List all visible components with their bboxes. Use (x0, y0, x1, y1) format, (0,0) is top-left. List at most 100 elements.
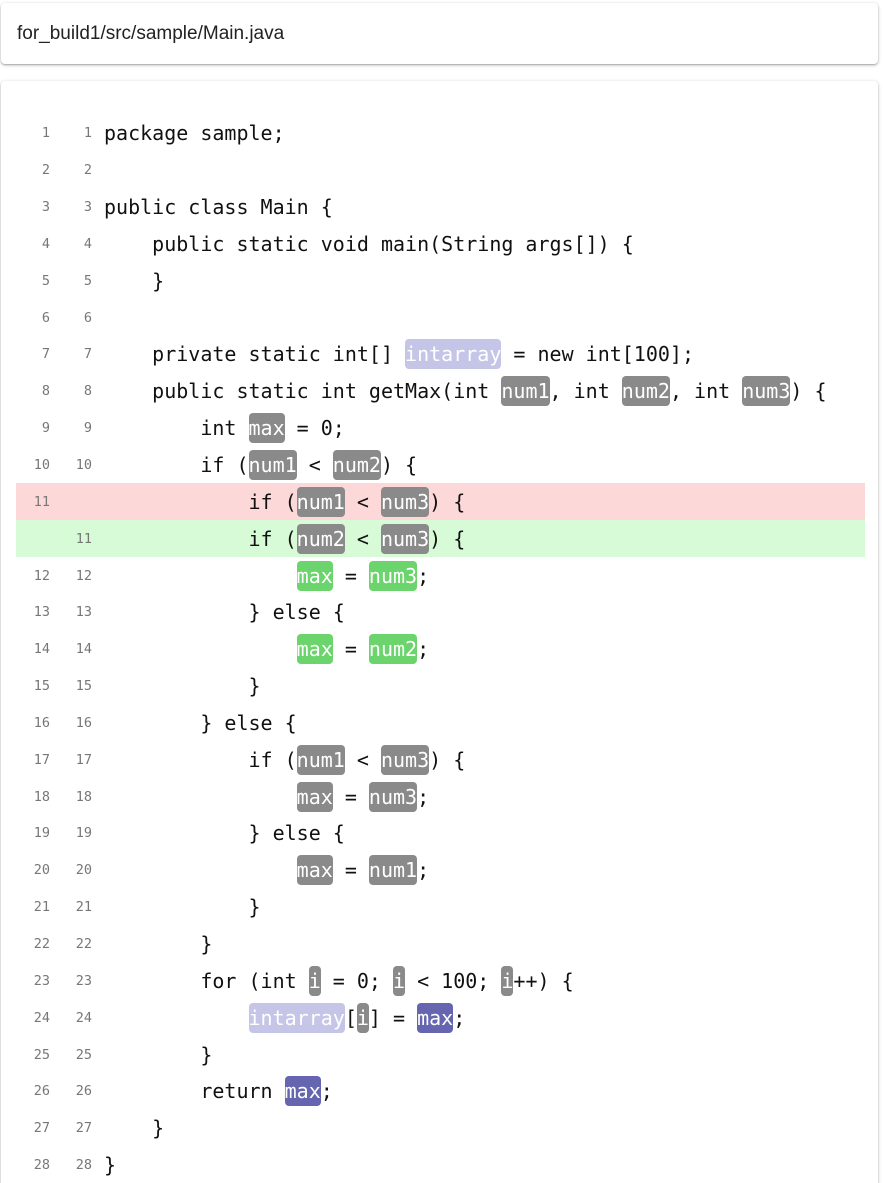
code-token: } (104, 1153, 117, 1178)
diff-line: 18 18 max = num3; (16, 778, 865, 815)
code-token: package sample; (104, 121, 285, 146)
code-text: return max; (104, 1073, 333, 1110)
old-line-number: 18 (33, 788, 50, 805)
code-token: int (104, 416, 249, 441)
highlighted-identifier[interactable]: i (393, 965, 406, 996)
highlighted-identifier[interactable]: max (417, 1002, 454, 1033)
new-line-number: 4 (83, 235, 92, 252)
new-line-number: 20 (75, 862, 92, 879)
diff-line: 26 26 return max; (16, 1073, 865, 1110)
diff-line: 16 16 } else { (16, 705, 865, 742)
old-line-number: 25 (33, 1046, 50, 1063)
code-token: if ( (104, 489, 297, 514)
old-line-number: 8 (41, 383, 50, 400)
old-line-number: 5 (41, 272, 50, 289)
highlighted-identifier[interactable]: num2 (368, 634, 418, 665)
old-line-number: 17 (33, 751, 50, 768)
old-line-number: 3 (41, 199, 50, 216)
code-token: ) { (429, 526, 466, 551)
highlighted-identifier[interactable]: num3 (380, 523, 430, 554)
diff-line: 28 28} (16, 1147, 865, 1183)
code-text: if (num2 < num3) { (104, 520, 465, 557)
highlighted-identifier[interactable]: num3 (368, 781, 418, 812)
new-line-number: 25 (75, 1046, 92, 1063)
highlighted-identifier[interactable]: max (296, 781, 333, 812)
old-line-number: 11 (33, 493, 50, 510)
diff-line: 20 20 max = num1; (16, 852, 865, 889)
diff-line: 22 22 } (16, 926, 865, 963)
highlighted-identifier[interactable]: intarray (248, 1002, 345, 1033)
code-text: } (104, 926, 212, 963)
highlighted-identifier[interactable]: i (356, 1002, 369, 1033)
highlighted-identifier[interactable]: max (296, 634, 333, 665)
new-line-number: 15 (75, 678, 92, 695)
highlighted-identifier[interactable]: max (296, 560, 333, 591)
code-token: } (104, 931, 213, 956)
code-token: } (104, 1116, 165, 1141)
old-line-number: 10 (33, 457, 50, 474)
highlighted-identifier[interactable]: i (308, 965, 321, 996)
code-token: return (104, 1079, 285, 1104)
code-token: } (104, 895, 261, 920)
code-token: = new int[100]; (501, 342, 695, 367)
code-token: = 0; (284, 416, 345, 441)
diff-line: 14 14 max = num2; (16, 631, 865, 668)
old-line-number: 12 (33, 567, 50, 584)
highlighted-identifier[interactable]: i (501, 965, 514, 996)
diff-line: 66 (16, 299, 865, 336)
code-text: if (num1 < num3) { (104, 741, 465, 778)
highlighted-identifier[interactable]: num1 (296, 486, 345, 517)
highlighted-identifier[interactable]: num2 (332, 450, 381, 481)
diff-line: 17 17 if (num1 < num3) { (16, 741, 865, 778)
code-text: for (int i = 0; i < 100; i ++) { (104, 962, 574, 999)
code-token: if ( (104, 453, 249, 478)
new-line-number (52, 483, 92, 520)
code-text: } else { (104, 594, 344, 631)
highlighted-identifier[interactable]: max (248, 413, 285, 444)
code-token: = 0; (320, 968, 393, 993)
new-line-number: 17 (75, 751, 92, 768)
highlighted-identifier[interactable]: num1 (296, 744, 345, 775)
highlighted-identifier[interactable]: intarray (405, 339, 502, 370)
highlighted-identifier[interactable]: num3 (742, 376, 791, 407)
highlighted-identifier[interactable]: num1 (248, 450, 297, 481)
code-token: , int (549, 379, 622, 404)
code-text: if (num1 < num3) { (104, 483, 465, 520)
code-text: max = num3; (104, 557, 429, 594)
code-token: < (344, 747, 381, 772)
diff-line: 3 3 public class Main { (16, 189, 865, 226)
new-line-number: 8 (83, 383, 92, 400)
new-line-number: 23 (75, 972, 92, 989)
highlighted-identifier[interactable]: num1 (368, 855, 418, 886)
diff-line: 15 15 } (16, 668, 865, 705)
highlighted-identifier[interactable]: num1 (501, 376, 550, 407)
new-line-number: 3 (83, 199, 92, 216)
diff-line: 19 19 } else { (16, 815, 865, 852)
old-line-number: 19 (33, 825, 50, 842)
diff-line: 9 9 int max = 0; (16, 410, 865, 447)
code-text: package sample; (104, 115, 285, 152)
code-token: } else { (104, 821, 345, 846)
diff-line: 25 25 } (16, 1036, 865, 1073)
highlighted-identifier[interactable]: num3 (380, 744, 430, 775)
code-token: < (344, 489, 381, 514)
old-line-number: 22 (33, 935, 50, 952)
highlighted-identifier[interactable]: num3 (368, 560, 418, 591)
highlighted-identifier[interactable]: num3 (380, 486, 430, 517)
new-line-number: 11 (75, 530, 92, 547)
highlighted-identifier[interactable]: max (284, 1076, 321, 1107)
highlighted-identifier[interactable]: num2 (621, 376, 670, 407)
new-line-number: 10 (75, 457, 92, 474)
code-token: ++) { (513, 968, 574, 993)
highlighted-identifier[interactable]: max (296, 855, 333, 886)
diff-line: 5 5 } (16, 262, 865, 299)
highlighted-identifier[interactable]: num2 (296, 523, 345, 554)
code-token: if ( (104, 526, 297, 551)
old-line-number: 13 (33, 604, 50, 621)
code-token: for (int (104, 968, 309, 993)
old-line-number: 14 (33, 641, 50, 658)
code-text: public class Main { (104, 189, 333, 226)
